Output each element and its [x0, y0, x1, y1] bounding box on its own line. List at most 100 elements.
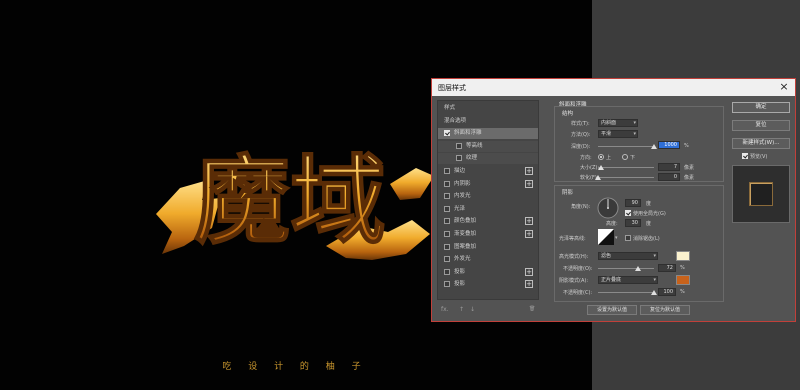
style-item-checkbox[interactable] — [456, 142, 462, 149]
direction-down-radio[interactable] — [622, 154, 628, 160]
style-item-label: 混合选项 — [444, 117, 467, 124]
depth-slider-knob[interactable] — [651, 144, 657, 149]
dialog-titlebar[interactable]: 图层样式 × — [432, 79, 795, 96]
style-list-item[interactable]: 斜面和浮雕 — [438, 128, 538, 140]
style-item-checkbox[interactable] — [444, 205, 450, 212]
soften-slider-knob[interactable] — [595, 175, 601, 180]
shadow-opacity-unit: % — [680, 289, 685, 295]
style-item-checkbox[interactable] — [444, 218, 450, 225]
depth-unit: % — [684, 143, 689, 149]
add-effect-icon[interactable]: + — [525, 217, 533, 226]
highlight-color-swatch[interactable] — [676, 251, 690, 261]
add-effect-icon[interactable]: + — [525, 179, 533, 188]
style-list-item[interactable]: 内阴影 + — [438, 179, 538, 190]
style-item-label: 斜面和浮雕 — [454, 130, 482, 137]
shadow-opacity-input[interactable]: 100 — [658, 288, 676, 296]
style-item-label: 渐变叠加 — [454, 231, 477, 237]
style-list-item[interactable]: 外发光 — [438, 254, 538, 265]
highlight-mode-label: 高光模式(H): — [559, 254, 589, 260]
size-label: 大小(Z): — [580, 165, 600, 171]
style-item-checkbox[interactable] — [444, 256, 450, 263]
style-list-item[interactable]: 混合选项 — [438, 116, 538, 127]
reset-default-button[interactable]: 复位为默认值 — [640, 305, 690, 315]
style-list-item[interactable]: 样式 — [438, 103, 538, 114]
style-list-item[interactable]: 描边 + — [438, 166, 538, 177]
style-item-label: 内发光 — [454, 193, 471, 200]
shadow-opacity-knob[interactable] — [651, 290, 657, 295]
altitude-input[interactable]: 30 — [625, 219, 641, 227]
style-item-checkbox[interactable] — [444, 180, 450, 187]
bevel-style-select[interactable]: 内斜面 — [598, 119, 638, 127]
add-effect-icon[interactable]: + — [525, 280, 533, 289]
style-list-item[interactable]: 图案叠加 — [438, 242, 538, 253]
style-list-item[interactable]: 等高线 — [438, 140, 538, 152]
style-item-label: 描边 — [454, 168, 466, 174]
make-default-button[interactable]: 设置为默认值 — [587, 305, 637, 315]
highlight-opacity-slider[interactable] — [598, 268, 654, 269]
style-item-checkbox[interactable] — [456, 155, 462, 162]
style-item-checkbox[interactable] — [444, 231, 450, 237]
structure-title: 结构 — [562, 111, 574, 117]
style-label: 样式(T): — [571, 121, 590, 127]
shadow-mode-select[interactable]: 正片叠底 — [598, 276, 658, 284]
add-effect-icon[interactable]: + — [525, 167, 533, 175]
direction-up-label: 上 — [606, 155, 612, 161]
style-list-item[interactable]: 内发光 — [438, 191, 538, 202]
close-icon[interactable]: × — [777, 80, 791, 94]
style-list-item[interactable]: 投影 + — [438, 279, 538, 290]
size-slider[interactable] — [598, 167, 654, 168]
style-list-item[interactable]: 投影 + — [438, 267, 538, 278]
preview-checkbox[interactable] — [742, 153, 748, 159]
gloss-contour-picker[interactable] — [598, 229, 614, 245]
add-effect-icon[interactable]: + — [525, 230, 533, 238]
highlight-opacity-unit: % — [680, 265, 685, 271]
style-list-item[interactable]: 渐变叠加 + — [438, 229, 538, 240]
style-list-item[interactable]: 纹理 — [438, 153, 538, 165]
style-item-label: 纹理 — [466, 155, 478, 162]
depth-slider[interactable] — [598, 146, 654, 147]
direction-label: 方向: — [580, 155, 592, 161]
highlight-mode-select[interactable]: 滤色 — [598, 252, 658, 260]
anti-alias-label: 消除锯齿(L) — [633, 236, 660, 242]
artwork-title: 魔域 — [194, 144, 386, 257]
fx-icon[interactable]: fx. — [441, 306, 449, 313]
style-item-checkbox[interactable] — [444, 193, 450, 200]
style-list-item[interactable]: 光泽 — [438, 204, 538, 215]
style-list-item[interactable]: 颜色叠加 + — [438, 216, 538, 227]
depth-label: 深度(D): — [571, 144, 591, 150]
add-effect-icon[interactable]: + — [525, 267, 533, 276]
style-item-label: 投影 — [454, 281, 466, 288]
soften-unit: 像素 — [684, 175, 695, 181]
global-light-checkbox[interactable] — [625, 210, 631, 216]
altitude-label: 高度: — [606, 221, 618, 227]
ok-button[interactable]: 确定 — [732, 102, 790, 113]
move-up-icon[interactable]: ↑ — [459, 306, 464, 313]
style-item-checkbox[interactable] — [444, 168, 450, 174]
move-down-icon[interactable]: ↓ — [470, 306, 475, 313]
technique-select[interactable]: 平滑 — [598, 130, 638, 138]
new-style-button[interactable]: 新建样式(W)... — [732, 138, 790, 149]
shadow-opacity-slider[interactable] — [598, 292, 654, 293]
style-item-checkbox[interactable] — [444, 268, 450, 275]
style-item-checkbox[interactable] — [444, 130, 450, 137]
style-preview — [732, 165, 790, 223]
direction-up-radio[interactable] — [598, 154, 604, 160]
depth-input[interactable]: 1000 — [658, 141, 680, 149]
reset-button[interactable]: 复位 — [732, 120, 790, 131]
style-list-footer: fx. ↑ ↓ 🗑 — [437, 305, 539, 317]
size-slider-knob[interactable] — [597, 165, 604, 170]
style-item-checkbox[interactable] — [444, 281, 450, 288]
style-item-checkbox[interactable] — [444, 243, 450, 250]
angle-input[interactable]: 90 — [625, 199, 641, 207]
highlight-opacity-input[interactable]: 72 — [658, 264, 676, 272]
anti-alias-checkbox[interactable] — [625, 235, 631, 241]
soften-input[interactable]: 0 — [658, 173, 680, 181]
angle-dial[interactable] — [597, 197, 619, 219]
highlight-opacity-knob[interactable] — [635, 266, 642, 271]
size-input[interactable]: 7 — [658, 163, 680, 171]
style-item-label: 外发光 — [454, 256, 471, 263]
trash-icon[interactable]: 🗑 — [529, 306, 535, 312]
contour-dropdown-icon[interactable]: ▾ — [615, 235, 618, 241]
shadow-color-swatch[interactable] — [676, 275, 690, 285]
soften-slider[interactable] — [598, 177, 654, 178]
